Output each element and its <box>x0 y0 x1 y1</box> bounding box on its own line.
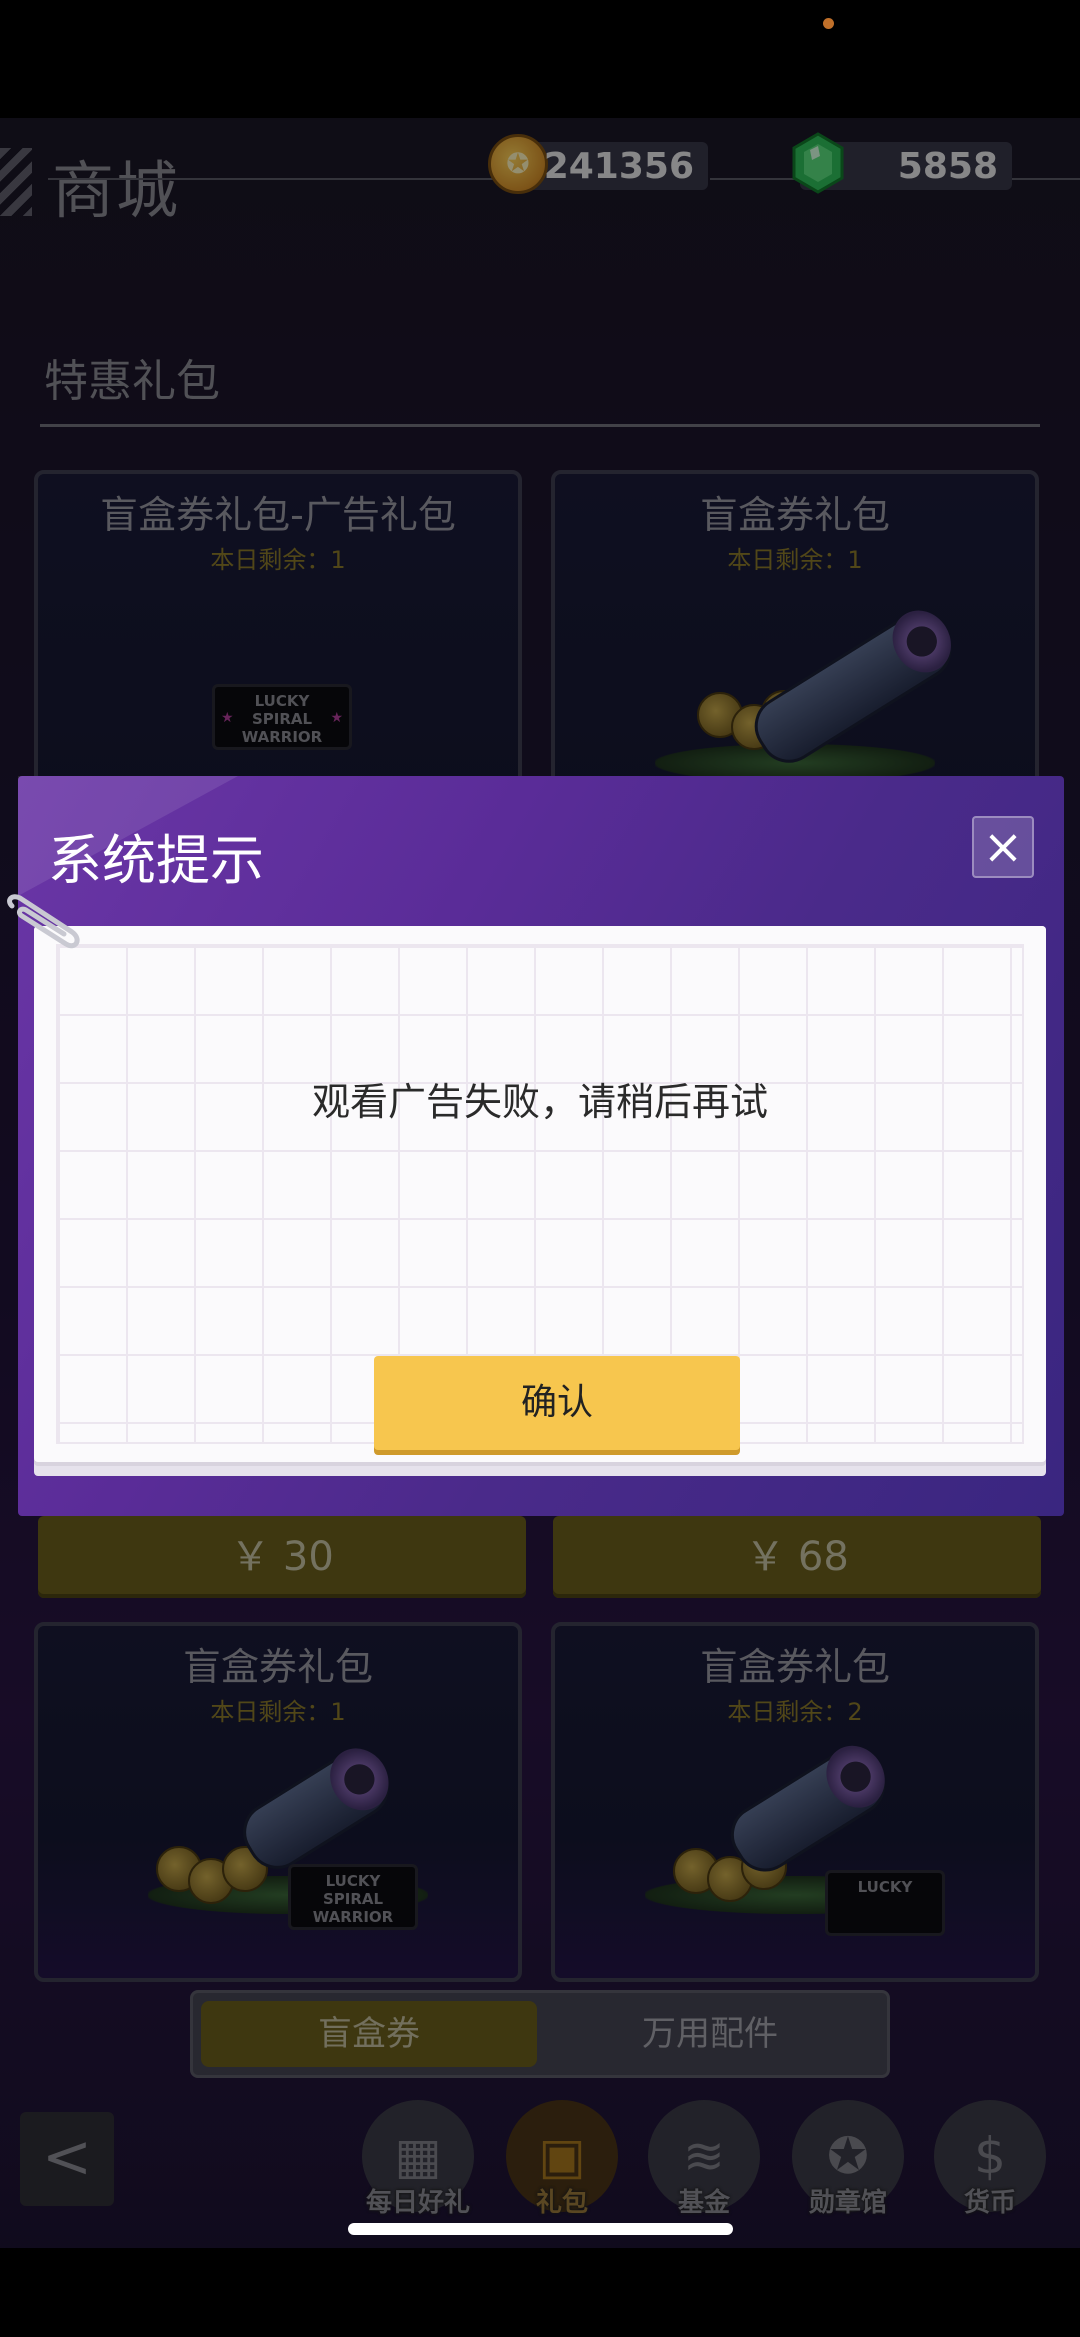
status-indicator-dot <box>823 18 834 29</box>
nav-label: 货币 <box>963 2188 1016 2218</box>
nav-label: 勋章馆 <box>808 2188 887 2218</box>
nav-label: 礼包 <box>535 2188 588 2218</box>
coin-balance[interactable]: ✪ 241356 <box>488 134 708 194</box>
section-divider <box>40 424 1040 427</box>
lucky-ticket-icon: LUCKY <box>825 1870 945 1936</box>
nav-gift-pack[interactable]: ▣ 礼包 <box>506 2100 618 2220</box>
app-screen: 商城 ✪ 241356 5858 特惠礼包 盲盒券礼包-广告礼包 本日剩余：1 … <box>0 0 1080 2337</box>
gift-pack-card[interactable]: 盲盒券礼包 本日剩余：2 LUCKY <box>551 1622 1039 1982</box>
tab-universal-parts[interactable]: 万用配件 <box>545 2001 875 2067</box>
nav-label: 每日好礼 <box>365 2188 470 2218</box>
card-title: 盲盒券礼包 <box>699 493 890 537</box>
gem-icon <box>792 132 844 194</box>
gem-balance[interactable]: 5858 <box>792 132 1012 194</box>
card-title: 盲盒券礼包-广告礼包 <box>100 493 456 537</box>
gift-pack-card[interactable]: 盲盒券礼包 本日剩余：1 LUCKY SPIRAL WARRIOR <box>34 1622 522 1982</box>
dialog-title: 系统提示 <box>48 829 264 892</box>
nav-fund[interactable]: ≋ 基金 <box>648 2100 760 2220</box>
header-divider <box>48 178 500 180</box>
cannon-icon <box>719 1737 897 1883</box>
nav-medal-hall[interactable]: ✪ 勋章馆 <box>792 2100 904 2220</box>
tab-blind-box-ticket[interactable]: 盲盒券 <box>201 2001 537 2067</box>
category-tab-bar: 盲盒券 万用配件 <box>190 1990 890 2078</box>
back-button[interactable]: < <box>20 2112 114 2206</box>
close-button[interactable]: × <box>972 816 1034 878</box>
dialog-message: 观看广告失败，请稍后再试 <box>311 1080 768 1124</box>
nav-currency[interactable]: $ 货币 <box>934 2100 1046 2220</box>
dialog-body: 观看广告失败，请稍后再试 确认 <box>34 926 1046 1462</box>
paperclip-icon <box>7 894 80 949</box>
header-divider <box>710 178 800 180</box>
coin-amount: 241356 <box>543 146 694 187</box>
home-indicator[interactable] <box>348 2223 733 2235</box>
coin-icon: ✪ <box>488 134 548 194</box>
lucky-ticket-icon: ★ LUCKY SPIRAL WARRIOR ★ <box>212 684 352 750</box>
confirm-button[interactable]: 确认 <box>374 1356 740 1450</box>
price-button[interactable]: ￥ 68 <box>553 1516 1041 1598</box>
system-prompt-dialog: 系统提示 × 观看广告失败，请稍后再试 确认 <box>7 776 1064 1516</box>
card-remaining: 本日剩余：1 <box>210 1698 346 1726</box>
card-title: 盲盒券礼包 <box>699 1645 890 1689</box>
card-title: 盲盒券礼包 <box>182 1645 373 1689</box>
lucky-ticket-icon: LUCKY SPIRAL WARRIOR <box>288 1864 418 1930</box>
card-remaining: 本日剩余：2 <box>727 1698 863 1726</box>
cannon-icon <box>231 1739 401 1881</box>
page-title: 商城 <box>52 154 181 227</box>
section-title: 特惠礼包 <box>44 356 220 407</box>
card-remaining: 本日剩余：1 <box>727 546 863 574</box>
close-icon: × <box>982 819 1024 875</box>
card-remaining: 本日剩余：1 <box>210 546 346 574</box>
nav-label: 基金 <box>677 2188 730 2218</box>
nav-daily-gift[interactable]: ▦ 每日好礼 <box>362 2100 474 2220</box>
header-divider <box>1012 178 1080 180</box>
gem-amount: 5858 <box>897 146 998 187</box>
menu-stripes-icon <box>0 148 32 216</box>
price-button[interactable]: ￥ 30 <box>38 1516 526 1598</box>
